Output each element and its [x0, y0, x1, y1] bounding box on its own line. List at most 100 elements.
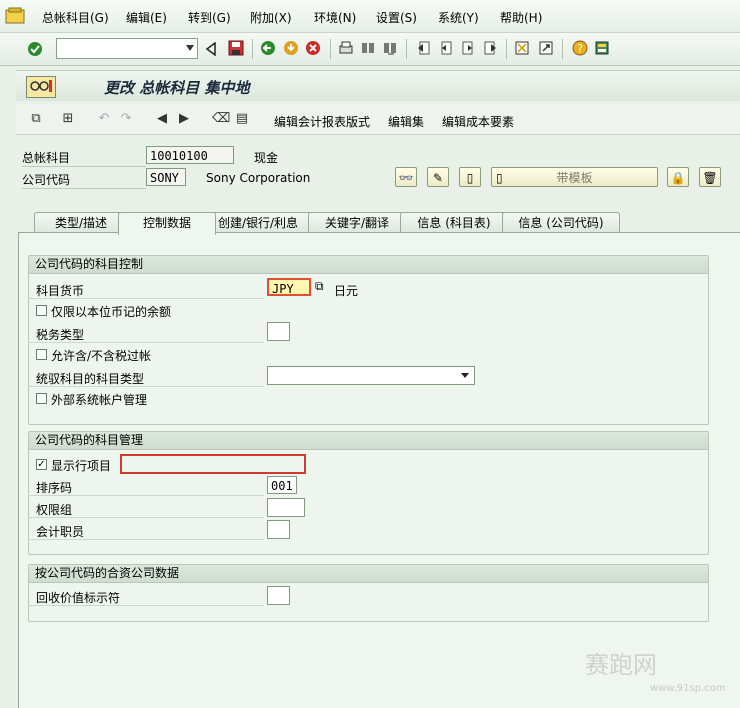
menu-edit[interactable]: 编辑(E)	[126, 9, 167, 26]
gl-account-field: 10010100	[146, 146, 234, 164]
posting-without-tax-checkbox[interactable]	[36, 349, 47, 360]
back-icon[interactable]	[205, 42, 217, 56]
menu-extras[interactable]: 附加(X)	[250, 9, 292, 26]
gl-account-value: 10010100	[150, 149, 208, 163]
tab-control-data[interactable]: 控制数据	[118, 212, 216, 235]
last-page-icon[interactable]	[482, 40, 498, 56]
tax-category-label: 税务类型	[36, 328, 85, 342]
line-items-checkbox[interactable]: ✓	[36, 459, 47, 470]
find-next-icon[interactable]	[382, 40, 398, 56]
redo-icon[interactable]: ↷	[118, 111, 134, 127]
toolbar-divider	[406, 39, 407, 59]
toolbar-divider	[506, 39, 507, 59]
row-underline	[28, 605, 264, 606]
help-icon[interactable]: ?	[572, 40, 588, 56]
pencil-icon: ✎	[432, 171, 444, 185]
tax-category-field[interactable]	[267, 322, 290, 341]
toolbar-divider	[252, 39, 253, 59]
lock-icon: 🔒	[670, 171, 686, 185]
sort-key-field[interactable]: 001	[267, 476, 297, 494]
display-glasses-button[interactable]: 👓	[395, 167, 417, 187]
page-title: 更改 总帐科目 集中地	[104, 79, 250, 97]
row-underline	[28, 342, 264, 343]
company-code-description: Sony Corporation	[206, 171, 311, 185]
tab-create-bank-interest[interactable]: 创建/银行/利息	[200, 212, 316, 234]
screen-title-bar: 更改 总帐科目 集中地	[16, 70, 740, 101]
auth-group-field[interactable]	[267, 498, 305, 517]
command-field[interactable]	[56, 38, 198, 59]
edit-cost-element-button[interactable]: 编辑成本要素	[442, 113, 514, 130]
account-currency-field[interactable]: JPY	[267, 278, 311, 296]
watermark-text: 赛跑网	[585, 651, 657, 679]
toolbar-divider	[562, 39, 563, 59]
menu-environment[interactable]: 环境(N)	[314, 9, 356, 26]
local-currency-only-label: 仅限以本位币记的余额	[51, 305, 172, 319]
next-page-icon[interactable]	[460, 40, 476, 56]
cancel-icon[interactable]	[305, 40, 321, 56]
chevron-down-icon[interactable]	[186, 45, 194, 51]
row-underline	[28, 298, 264, 299]
accounting-clerk-field[interactable]	[267, 520, 290, 539]
hierarchy-icon[interactable]: ⊞	[60, 111, 76, 127]
display-change-icon[interactable]	[26, 76, 56, 98]
svg-text:?: ?	[577, 42, 583, 55]
layout-icon[interactable]	[594, 40, 610, 56]
edit-pencil-button[interactable]: ✎	[427, 167, 449, 187]
menu-settings[interactable]: 设置(S)	[376, 9, 417, 26]
recon-account-dropdown[interactable]	[267, 366, 475, 385]
account-currency-value: JPY	[272, 282, 294, 296]
blank-page-icon: ▯	[466, 171, 474, 185]
enter-icon[interactable]	[26, 40, 44, 58]
prev-page-icon[interactable]	[438, 40, 454, 56]
new-session-icon[interactable]	[514, 40, 530, 56]
delete-icon[interactable]: ⌫	[212, 111, 230, 127]
with-template-label: 带模板	[556, 171, 593, 185]
with-template-button[interactable]: ▯ 带模板	[491, 167, 658, 187]
local-currency-only-checkbox[interactable]	[36, 305, 47, 316]
find-icon[interactable]	[360, 40, 376, 56]
copy-icon[interactable]: ⧉	[315, 279, 324, 294]
trash-icon: 🗑	[702, 171, 718, 185]
print-icon[interactable]	[338, 40, 354, 56]
exit-icon[interactable]	[283, 40, 299, 56]
sap-menu-icon[interactable]	[4, 6, 28, 26]
row-underline	[28, 517, 264, 518]
application-toolbar: ⧉ ⊞ ↶ ↷ ◀ ▶ ⌫ ▤ 编辑会计报表版式 编辑集 编辑成本要素	[16, 104, 740, 135]
first-page-icon[interactable]	[416, 40, 432, 56]
posting-without-tax-label: 允许含/不含税过帐	[51, 349, 152, 363]
undo-icon[interactable]: ↶	[96, 111, 112, 127]
create-button[interactable]: ▯	[459, 167, 481, 187]
document-icon[interactable]: ▤	[234, 111, 250, 127]
chevron-down-icon[interactable]	[461, 373, 469, 378]
menu-goto[interactable]: 转到(G)	[188, 9, 231, 26]
group-title: 公司代码的科目管理	[29, 432, 708, 450]
gl-account-label: 总帐科目	[22, 151, 71, 165]
next-entry-icon[interactable]: ▶	[176, 111, 192, 127]
recovery-indicator-label: 回收价值标示符	[36, 591, 121, 605]
menu-gl-account[interactable]: 总帐科目(G)	[42, 9, 109, 26]
other-object-icon[interactable]: ⧉	[28, 111, 44, 127]
delete-flag-button[interactable]: 🗑	[699, 167, 721, 187]
tab-info-company-code[interactable]: 信息 (公司代码)	[502, 212, 620, 234]
previous-entry-icon[interactable]: ◀	[154, 111, 170, 127]
accounting-clerk-label: 会计职员	[36, 525, 85, 539]
tab-info-chart-of-accounts[interactable]: 信息 (科目表)	[400, 212, 508, 234]
back-green-icon[interactable]	[260, 40, 276, 56]
save-icon[interactable]	[228, 40, 244, 56]
recovery-indicator-field[interactable]	[267, 586, 290, 605]
menu-system[interactable]: 系统(Y)	[438, 9, 479, 26]
row-underline	[28, 386, 264, 387]
sort-key-value: 001	[271, 479, 293, 493]
account-currency-label: 科目货币	[36, 284, 85, 298]
blank-page-icon: ▯	[496, 171, 503, 185]
shortcut-icon[interactable]	[538, 40, 554, 56]
sort-key-label: 排序码	[36, 481, 73, 495]
auth-group-label: 权限组	[36, 503, 73, 517]
menu-help[interactable]: 帮助(H)	[500, 9, 542, 26]
lock-button[interactable]: 🔒	[667, 167, 689, 187]
tab-keyword-translation[interactable]: 关键字/翻译	[308, 212, 406, 234]
tab-type-description[interactable]: 类型/描述	[34, 212, 128, 234]
external-mgmt-checkbox[interactable]	[36, 393, 47, 404]
edit-set-button[interactable]: 编辑集	[388, 113, 424, 130]
edit-report-layout-button[interactable]: 编辑会计报表版式	[274, 113, 370, 130]
